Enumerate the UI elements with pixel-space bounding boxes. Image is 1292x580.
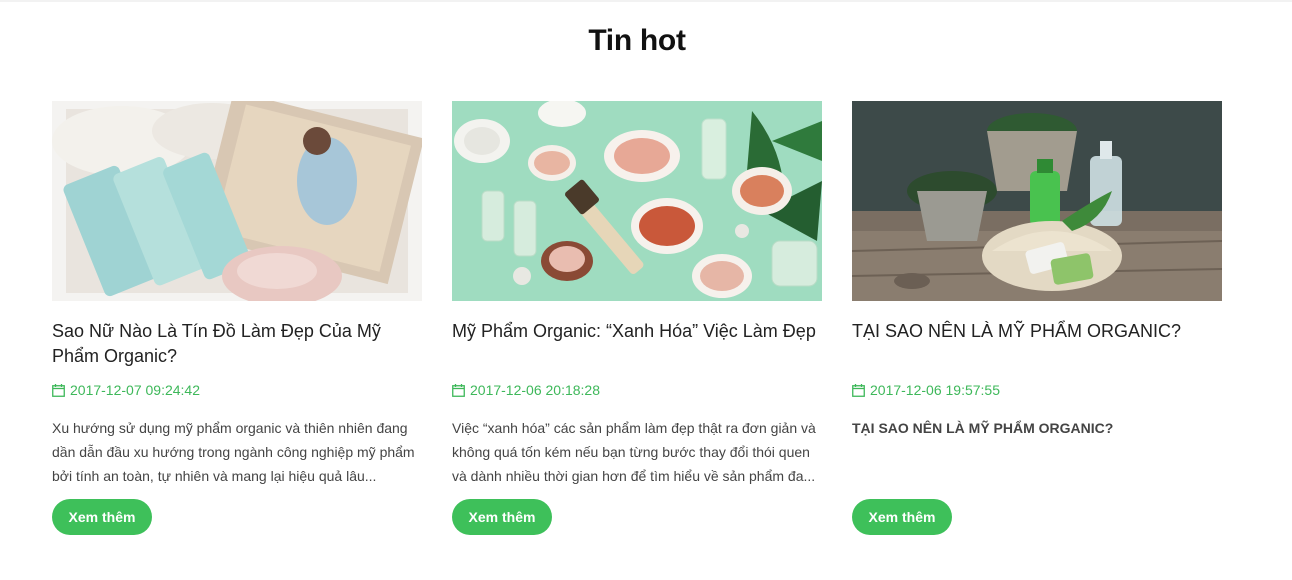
post-date: 2017-12-07 09:24:42 [52, 381, 422, 399]
post-excerpt: TẠI SAO NÊN LÀ MỸ PHẨM ORGANIC? [852, 420, 1114, 436]
post-excerpt: Xu hướng sử dụng mỹ phẩm organic và thiê… [52, 420, 415, 484]
post-title-link[interactable]: Mỹ Phẩm Organic: “Xanh Hóa” Việc Làm Đẹp [452, 319, 822, 369]
read-more-button[interactable]: Xem thêm [52, 499, 152, 535]
top-divider [0, 0, 1292, 2]
kora-organic-products-photo [52, 101, 422, 301]
calendar-icon [852, 383, 865, 397]
calendar-icon [52, 383, 65, 397]
post-card: Sao Nữ Nào Là Tín Đồ Làm Đẹp Của Mỹ Phẩm… [52, 101, 422, 541]
post-title-link[interactable]: TẠI SAO NÊN LÀ MỸ PHẨM ORGANIC? [852, 319, 1222, 369]
post-thumbnail[interactable] [452, 101, 822, 301]
read-more-button[interactable]: Xem thêm [452, 499, 552, 535]
plants-and-bottles-photo [852, 101, 1222, 301]
post-card: Mỹ Phẩm Organic: “Xanh Hóa” Việc Làm Đẹp… [452, 101, 822, 541]
post-thumbnail[interactable] [52, 101, 422, 301]
calendar-icon [452, 383, 465, 397]
post-date-text: 2017-12-06 20:18:28 [470, 382, 600, 398]
post-title-link[interactable]: Sao Nữ Nào Là Tín Đồ Làm Đẹp Của Mỹ Phẩm… [52, 319, 422, 369]
read-more-button[interactable]: Xem thêm [852, 499, 952, 535]
post-excerpt: Việc “xanh hóa” các sản phẩm làm đẹp thậ… [452, 420, 816, 484]
post-card: TẠI SAO NÊN LÀ MỸ PHẨM ORGANIC? 2017-12-… [852, 101, 1222, 541]
section-title: Tin hot [588, 24, 686, 57]
post-date: 2017-12-06 19:57:55 [852, 381, 1222, 399]
organic-ingredients-flatlay-photo [452, 101, 822, 301]
post-date: 2017-12-06 20:18:28 [452, 381, 822, 399]
post-thumbnail[interactable] [852, 101, 1222, 301]
post-date-text: 2017-12-06 19:57:55 [870, 382, 1000, 398]
post-date-text: 2017-12-07 09:24:42 [70, 382, 200, 398]
